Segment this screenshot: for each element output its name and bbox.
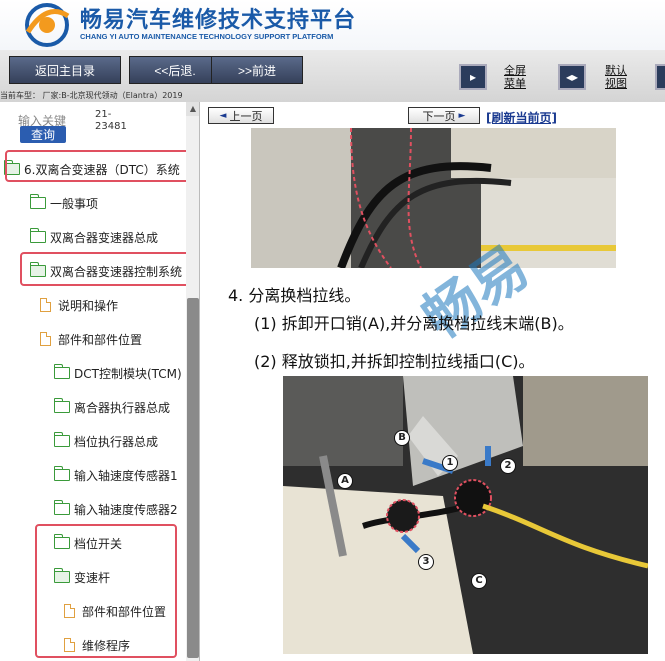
app-title: 畅易汽车维修技术支持平台	[80, 8, 357, 33]
step-substep-1: (1) 拆卸开口销(A),并分离换档拉线末端(B)。	[254, 314, 574, 333]
tree-item-label: 离合器执行器总成	[74, 400, 171, 415]
search-number: 21-23481	[95, 109, 127, 132]
tree-item-components[interactable]: 部件和部件位置	[40, 324, 142, 354]
tree-item-label: 说明和操作	[58, 298, 119, 313]
prev-page-button[interactable]: ◄ 上一页	[208, 107, 274, 124]
tree-item-label: 输入轴速度传感器1	[74, 468, 178, 483]
manual-content: 畅易 4. 分离换档拉线。 (1) 拆卸开口销(A),并分离换档拉线末端(B)。…	[204, 128, 665, 661]
folder-icon	[54, 432, 70, 447]
tree-item-clutch-actuator[interactable]: 离合器执行器总成	[54, 392, 170, 422]
callout-step-3: 3	[418, 554, 434, 570]
sidebar-tree: 输入关键 21-23481 查询 6.双离合变速器（DTC）系统 一般事项 双离…	[0, 102, 200, 661]
folder-icon	[54, 364, 70, 379]
fullscreen-icon[interactable]: ▸	[459, 64, 487, 90]
search-area: 输入关键 21-23481 查询	[0, 102, 190, 150]
fullscreen-menu-link[interactable]: 全屏 菜单	[504, 64, 526, 90]
tree-item-input-speed-sensor-1[interactable]: 输入轴速度传感器1	[54, 460, 186, 490]
logo-icon	[25, 3, 70, 47]
search-button[interactable]: 查询	[20, 126, 66, 143]
callout-step-2: 2	[500, 458, 516, 474]
next-page-button[interactable]: 下一页 ►	[408, 107, 480, 124]
fullscreen-label-1: 全屏	[504, 64, 526, 77]
tree-item-tcm[interactable]: DCT控制模块(TCM)	[54, 358, 186, 388]
folder-icon	[30, 194, 46, 209]
content-nav: ◄ 上一页 下一页 ► [刷新当前页]	[204, 102, 665, 128]
back-to-main-button[interactable]: 返回主目录	[9, 56, 121, 84]
scrollbar-thumb[interactable]	[187, 298, 199, 658]
extra-toolbar-icon[interactable]	[655, 64, 665, 90]
page-icon	[40, 331, 52, 346]
tree-item-gear-actuator[interactable]: 档位执行器总成	[54, 426, 158, 456]
shift-cable-photo	[283, 376, 648, 654]
scroll-up-icon[interactable]: ▲	[186, 102, 199, 116]
next-arrow-icon: ►	[458, 110, 466, 121]
next-page-label: 下一页	[422, 109, 456, 123]
step-title: 4. 分离换档拉线。	[228, 286, 361, 305]
default-view-label-2: 视图	[605, 77, 627, 90]
back-button[interactable]: <<后退.	[129, 56, 221, 84]
default-view-link[interactable]: 默认 视图	[605, 64, 627, 90]
app-header: 畅易汽车维修技术支持平台 CHANG YI AUTO MAINTENANCE T…	[0, 0, 665, 50]
toolbar: 返回主目录 <<后退. >>前进 ▸ 全屏 菜单 ◂▸ 默认 视图 当前车型： …	[0, 50, 665, 102]
tree-item-label: 输入轴速度传感器2	[74, 502, 178, 517]
tree-item-label: 一般事项	[50, 196, 99, 211]
highlight-box	[5, 150, 197, 182]
forward-button[interactable]: >>前进	[211, 56, 303, 84]
prev-page-label: 上一页	[229, 109, 263, 123]
page-icon	[40, 297, 52, 312]
prev-arrow-icon: ◄	[219, 110, 227, 121]
tree-item-label: DCT控制模块(TCM)	[74, 366, 182, 381]
default-view-label-1: 默认	[605, 64, 627, 77]
folder-icon	[54, 500, 70, 515]
vehicle-info: 当前车型： 厂家:B-北京现代领动（Elantra）2019	[0, 91, 183, 100]
highlight-box	[20, 252, 196, 286]
tree-item-label: 档位执行器总成	[74, 434, 159, 449]
default-view-icon[interactable]: ◂▸	[558, 64, 586, 90]
tree-item-description[interactable]: 说明和操作	[40, 290, 118, 320]
tree-item-label: 双离合器变速器总成	[50, 230, 159, 245]
fullscreen-label-2: 菜单	[504, 77, 526, 90]
refresh-page-link[interactable]: [刷新当前页]	[486, 109, 557, 126]
app-subtitle: CHANG YI AUTO MAINTENANCE TECHNOLOGY SUP…	[80, 32, 334, 41]
folder-icon	[54, 466, 70, 481]
tree-item-general[interactable]: 一般事项	[30, 188, 98, 218]
tree-item-label: 部件和部件位置	[58, 332, 143, 347]
callout-label-a: A	[337, 473, 353, 489]
callout-label-c: C	[471, 573, 487, 589]
folder-icon	[30, 228, 46, 243]
tree-item-input-speed-sensor-2[interactable]: 输入轴速度传感器2	[54, 494, 186, 524]
callout-step-1: 1	[442, 455, 458, 471]
step-substep-2: (2) 释放锁扣,并拆卸控制拉线插口(C)。	[254, 352, 535, 371]
callout-label-b: B	[394, 430, 410, 446]
folder-icon	[54, 398, 70, 413]
cable-photo-top	[251, 128, 616, 268]
tree-item-transmission-assembly[interactable]: 双离合器变速器总成	[30, 222, 158, 252]
highlight-box	[35, 524, 177, 658]
